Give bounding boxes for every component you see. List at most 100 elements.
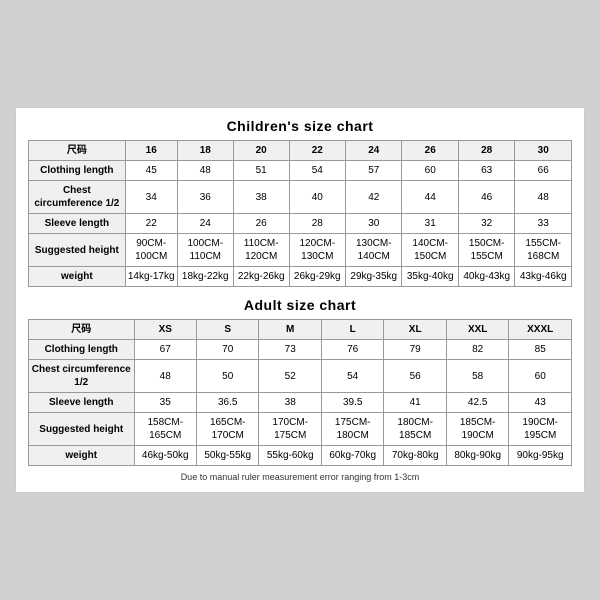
- cell: 54: [289, 161, 345, 181]
- children-chart-title: Children's size chart: [28, 118, 572, 134]
- children-col-header: 30: [515, 141, 572, 161]
- cell: 36.5: [196, 393, 258, 413]
- cell: 28: [289, 214, 345, 234]
- children-col-header: 24: [346, 141, 402, 161]
- cell: 36: [177, 181, 233, 214]
- cell: 22kg-26kg: [233, 267, 289, 287]
- cell: 120CM-130CM: [289, 234, 345, 267]
- cell: 180CM-185CM: [384, 413, 446, 446]
- cell: 66: [515, 161, 572, 181]
- row-label: Suggested height: [29, 234, 126, 267]
- cell: 48: [515, 181, 572, 214]
- cell: 39.5: [321, 393, 383, 413]
- cell: 80kg-90kg: [446, 446, 508, 466]
- cell: 18kg-22kg: [177, 267, 233, 287]
- cell: 24: [177, 214, 233, 234]
- chart-container: Children's size chart 尺码1618202224262830…: [15, 107, 585, 493]
- adult-col-header: XS: [134, 320, 196, 340]
- cell: 140CM-150CM: [402, 234, 458, 267]
- cell: 76: [321, 340, 383, 360]
- cell: 73: [259, 340, 321, 360]
- cell: 34: [125, 181, 177, 214]
- cell: 60kg-70kg: [321, 446, 383, 466]
- cell: 158CM-165CM: [134, 413, 196, 446]
- table-row: Suggested height90CM-100CM100CM-110CM110…: [29, 234, 572, 267]
- cell: 155CM-168CM: [515, 234, 572, 267]
- adult-col-header: XL: [384, 320, 446, 340]
- cell: 30: [346, 214, 402, 234]
- cell: 60: [509, 360, 572, 393]
- cell: 90kg-95kg: [509, 446, 572, 466]
- cell: 150CM-155CM: [458, 234, 514, 267]
- cell: 48: [134, 360, 196, 393]
- row-label: Clothing length: [29, 340, 135, 360]
- cell: 56: [384, 360, 446, 393]
- adult-chart-title: Adult size chart: [28, 297, 572, 313]
- cell: 45: [125, 161, 177, 181]
- children-col-header: 22: [289, 141, 345, 161]
- cell: 40: [289, 181, 345, 214]
- cell: 35: [134, 393, 196, 413]
- table-row: weight14kg-17kg18kg-22kg22kg-26kg26kg-29…: [29, 267, 572, 287]
- cell: 42: [346, 181, 402, 214]
- cell: 43: [509, 393, 572, 413]
- adult-col-header: M: [259, 320, 321, 340]
- cell: 82: [446, 340, 508, 360]
- cell: 100CM-110CM: [177, 234, 233, 267]
- cell: 32: [458, 214, 514, 234]
- cell: 67: [134, 340, 196, 360]
- cell: 46: [458, 181, 514, 214]
- row-label: weight: [29, 446, 135, 466]
- cell: 58: [446, 360, 508, 393]
- cell: 190CM-195CM: [509, 413, 572, 446]
- row-label: Sleeve length: [29, 393, 135, 413]
- cell: 22: [125, 214, 177, 234]
- footnote: Due to manual ruler measurement error ra…: [28, 472, 572, 482]
- adult-col-header: 尺码: [29, 320, 135, 340]
- cell: 38: [233, 181, 289, 214]
- cell: 40kg-43kg: [458, 267, 514, 287]
- cell: 26kg-29kg: [289, 267, 345, 287]
- cell: 29kg-35kg: [346, 267, 402, 287]
- children-col-header: 尺码: [29, 141, 126, 161]
- row-label: Clothing length: [29, 161, 126, 181]
- table-row: Chest circumference 1/248505254565860: [29, 360, 572, 393]
- cell: 14kg-17kg: [125, 267, 177, 287]
- adult-col-header: XXL: [446, 320, 508, 340]
- cell: 85: [509, 340, 572, 360]
- cell: 46kg-50kg: [134, 446, 196, 466]
- adult-table: 尺码XSSMLXLXXLXXXL Clothing length67707376…: [28, 319, 572, 466]
- cell: 60: [402, 161, 458, 181]
- children-col-header: 20: [233, 141, 289, 161]
- cell: 41: [384, 393, 446, 413]
- table-row: weight46kg-50kg50kg-55kg55kg-60kg60kg-70…: [29, 446, 572, 466]
- table-row: Sleeve length2224262830313233: [29, 214, 572, 234]
- cell: 63: [458, 161, 514, 181]
- cell: 165CM-170CM: [196, 413, 258, 446]
- table-row: Chest circumference 1/23436384042444648: [29, 181, 572, 214]
- cell: 185CM-190CM: [446, 413, 508, 446]
- cell: 44: [402, 181, 458, 214]
- cell: 57: [346, 161, 402, 181]
- cell: 31: [402, 214, 458, 234]
- cell: 51: [233, 161, 289, 181]
- cell: 35kg-40kg: [402, 267, 458, 287]
- cell: 43kg-46kg: [515, 267, 572, 287]
- row-label: weight: [29, 267, 126, 287]
- cell: 50kg-55kg: [196, 446, 258, 466]
- cell: 175CM-180CM: [321, 413, 383, 446]
- adult-col-header: S: [196, 320, 258, 340]
- adult-header-row: 尺码XSSMLXLXXLXXXL: [29, 320, 572, 340]
- adult-col-header: L: [321, 320, 383, 340]
- table-row: Sleeve length3536.53839.54142.543: [29, 393, 572, 413]
- adult-col-header: XXXL: [509, 320, 572, 340]
- cell: 55kg-60kg: [259, 446, 321, 466]
- children-col-header: 18: [177, 141, 233, 161]
- cell: 38: [259, 393, 321, 413]
- row-label: Suggested height: [29, 413, 135, 446]
- cell: 42.5: [446, 393, 508, 413]
- table-row: Suggested height158CM-165CM165CM-170CM 17…: [29, 413, 572, 446]
- children-table: 尺码1618202224262830 Clothing length454851…: [28, 140, 572, 287]
- cell: 54: [321, 360, 383, 393]
- cell: 48: [177, 161, 233, 181]
